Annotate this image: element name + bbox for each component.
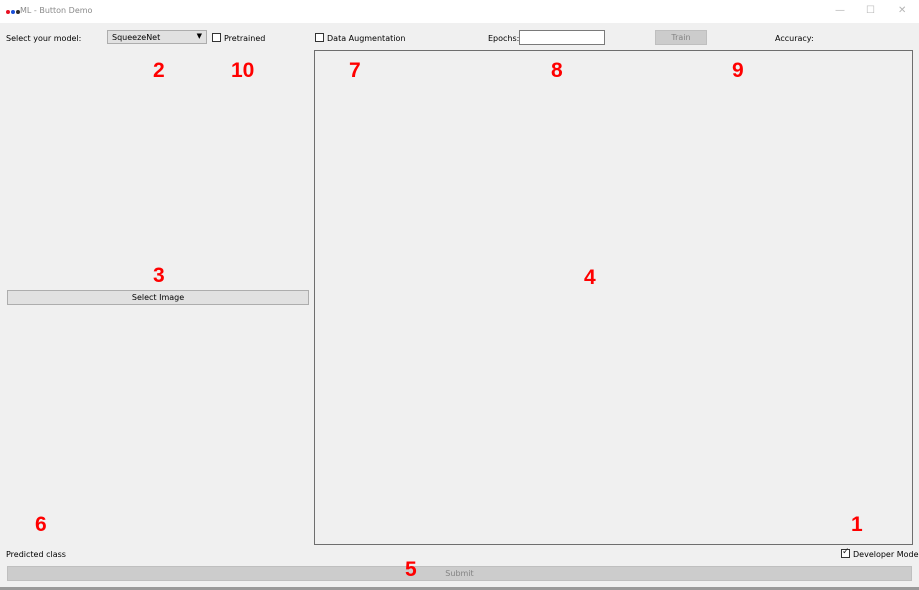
model-select[interactable]: SqueezeNet ▼: [107, 30, 207, 44]
annotation-10: 10: [231, 59, 255, 82]
developer-mode-checkbox[interactable]: [841, 547, 850, 558]
developer-mode-label: Developer Mode: [853, 550, 919, 559]
window-title: ML - Button Demo: [20, 6, 93, 15]
dropdown-arrow-icon: ▼: [196, 32, 202, 40]
annotation-4: 4: [584, 266, 596, 289]
app-icon: [6, 10, 20, 14]
pretrained-checkbox[interactable]: [212, 33, 221, 42]
select-image-button[interactable]: Select Image: [7, 290, 309, 305]
annotation-5: 5: [405, 558, 417, 581]
predicted-class-label: Predicted class: [6, 550, 66, 559]
data-augmentation-label: Data Augmentation: [327, 34, 406, 43]
model-select-value: SqueezeNet: [112, 33, 161, 42]
epochs-label: Epochs:: [488, 34, 520, 43]
image-display-frame: [314, 50, 913, 545]
epochs-input[interactable]: [519, 30, 605, 45]
annotation-1: 1: [851, 513, 863, 536]
annotation-6: 6: [35, 513, 47, 536]
minimize-button[interactable]: —: [835, 5, 845, 16]
data-augmentation-checkbox[interactable]: [315, 33, 324, 42]
maximize-button[interactable]: ☐: [866, 5, 875, 16]
annotation-2: 2: [153, 59, 165, 82]
annotation-8: 8: [551, 59, 563, 82]
train-button[interactable]: Train: [655, 30, 707, 45]
title-bar: ML - Button Demo — ☐ ✕: [0, 0, 919, 23]
model-label: Select your model:: [6, 34, 82, 43]
pretrained-label: Pretrained: [224, 34, 266, 43]
annotation-7: 7: [349, 59, 361, 82]
close-button[interactable]: ✕: [898, 5, 906, 16]
submit-button[interactable]: Submit: [7, 566, 912, 581]
annotation-9: 9: [732, 59, 744, 82]
annotation-3: 3: [153, 264, 165, 287]
accuracy-label: Accuracy:: [775, 34, 814, 43]
